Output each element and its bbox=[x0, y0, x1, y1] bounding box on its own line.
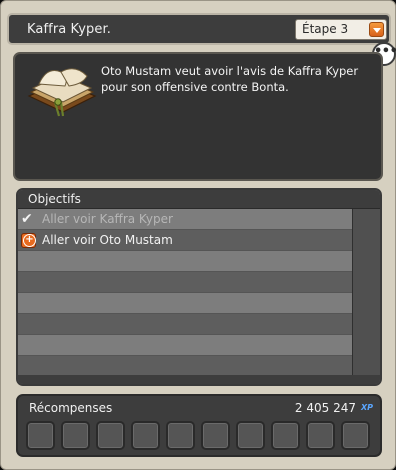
reward-slot[interactable] bbox=[306, 421, 335, 450]
reward-slot[interactable] bbox=[201, 421, 230, 450]
reward-slot[interactable] bbox=[96, 421, 125, 450]
description-text: Oto Mustam veut avoir l'avis de Kaffra K… bbox=[101, 64, 359, 94]
objectives-panel: Objectifs ✔ Aller voir Kaffra Kyper Alle… bbox=[16, 188, 382, 386]
objective-row-empty bbox=[18, 293, 352, 314]
reward-slot[interactable] bbox=[341, 421, 370, 450]
rewards-title: Récompenses bbox=[29, 401, 113, 415]
xp-icon: XP bbox=[360, 403, 373, 412]
objective-target-icon[interactable] bbox=[21, 233, 36, 248]
quest-title: Kaffra Kyper. bbox=[27, 22, 111, 37]
reward-slot[interactable] bbox=[26, 421, 55, 450]
rewards-panel: Récompenses 2 405 247 XP bbox=[16, 394, 382, 457]
objectives-list: ✔ Aller voir Kaffra Kyper Aller voir Oto… bbox=[18, 209, 352, 377]
objective-row-empty bbox=[18, 335, 352, 356]
xp-value: 2 405 247 bbox=[294, 401, 356, 415]
checkmark-icon: ✔ bbox=[21, 211, 33, 227]
objectives-header: Objectifs bbox=[18, 190, 380, 209]
objective-label: Aller voir Oto Mustam bbox=[42, 233, 173, 247]
objective-row-empty bbox=[18, 356, 352, 377]
reward-slot[interactable] bbox=[236, 421, 265, 450]
reward-slot[interactable] bbox=[271, 421, 300, 450]
reward-slot[interactable] bbox=[131, 421, 160, 450]
objective-row: ✔ Aller voir Kaffra Kyper bbox=[18, 209, 352, 230]
objectives-footer bbox=[18, 375, 380, 384]
reward-slot[interactable] bbox=[61, 421, 90, 450]
reward-slot[interactable] bbox=[166, 421, 195, 450]
step-dropdown[interactable]: Étape 3 bbox=[295, 19, 387, 40]
objective-row[interactable]: Aller voir Oto Mustam bbox=[18, 230, 352, 251]
objective-label: Aller voir Kaffra Kyper bbox=[42, 212, 173, 226]
quest-description: Oto Mustam veut avoir l'avis de Kaffra K… bbox=[13, 52, 383, 181]
objectives-scrollbar[interactable] bbox=[352, 209, 380, 384]
quest-window: Kaffra Kyper. Étape 3 ••• Oto Mustam veu… bbox=[0, 0, 396, 470]
quest-book-icon bbox=[27, 68, 97, 117]
objective-row-empty bbox=[18, 272, 352, 293]
title-bar: Kaffra Kyper. Étape 3 bbox=[7, 13, 391, 45]
chevron-down-icon[interactable] bbox=[369, 22, 384, 37]
objective-row-empty bbox=[18, 251, 352, 272]
step-label: Étape 3 bbox=[302, 22, 349, 36]
objective-row-empty bbox=[18, 314, 352, 335]
objectives-title: Objectifs bbox=[28, 192, 81, 206]
